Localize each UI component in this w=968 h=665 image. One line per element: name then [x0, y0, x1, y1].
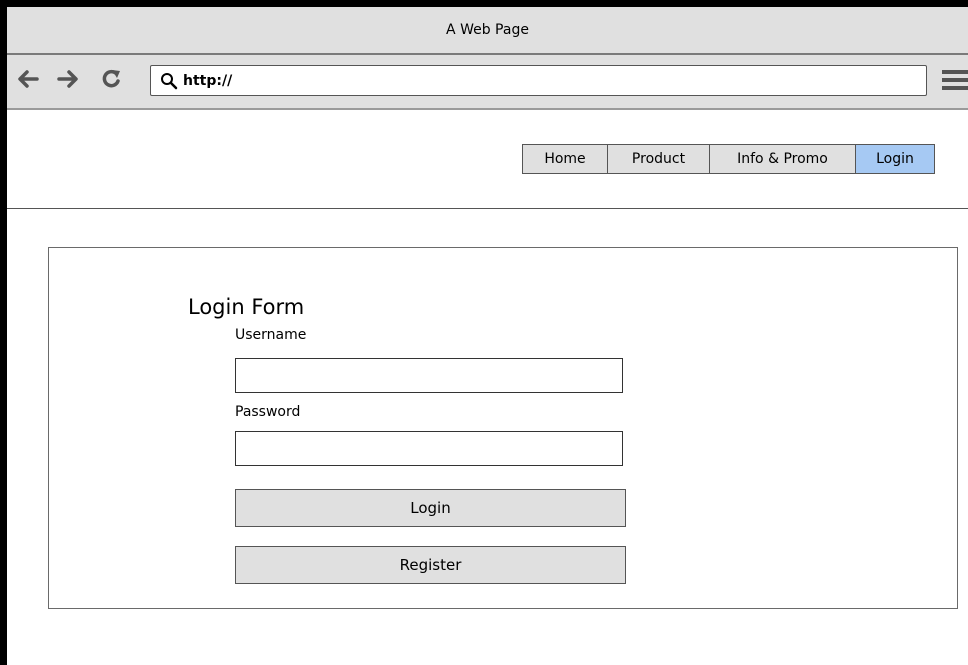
search-icon — [160, 72, 178, 90]
username-field[interactable] — [235, 358, 623, 393]
forward-arrow-icon[interactable] — [57, 68, 79, 94]
nav-tab-login[interactable]: Login — [855, 145, 934, 173]
password-field[interactable] — [235, 431, 623, 466]
nav-tab-info-promo[interactable]: Info & Promo — [709, 145, 855, 173]
browser-window: A Web Page http:// Home Product Info & P… — [0, 0, 968, 665]
password-label: Password — [235, 404, 301, 420]
nav-tab-product[interactable]: Product — [607, 145, 709, 173]
username-label: Username — [235, 327, 307, 343]
back-arrow-icon[interactable] — [17, 68, 39, 94]
window-title: A Web Page — [446, 22, 529, 38]
refresh-icon[interactable] — [101, 68, 123, 94]
menu-icon[interactable] — [942, 70, 968, 94]
browser-toolbar: http:// — [7, 55, 968, 110]
url-text: http:// — [183, 72, 233, 89]
title-bar: A Web Page — [7, 7, 968, 55]
login-button[interactable]: Login — [235, 489, 626, 527]
header-divider — [7, 208, 968, 209]
top-nav: Home Product Info & Promo Login — [522, 144, 935, 174]
nav-tab-home[interactable]: Home — [523, 145, 607, 173]
url-bar[interactable]: http:// — [150, 65, 927, 96]
form-title: Login Form — [188, 295, 305, 319]
register-button[interactable]: Register — [235, 546, 626, 584]
